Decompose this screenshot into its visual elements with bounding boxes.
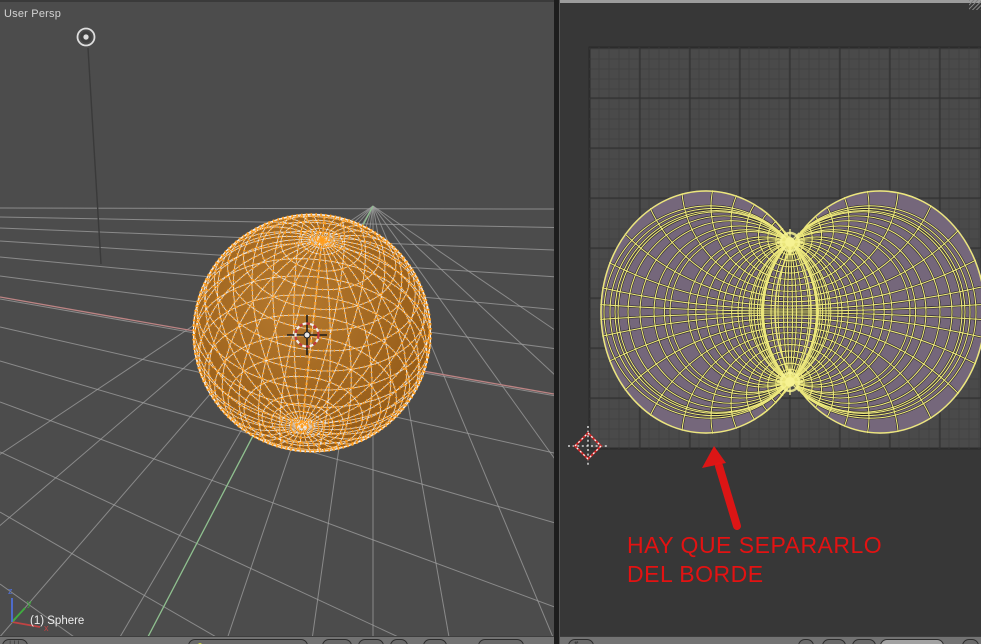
viewport-3d[interactable]: xyz User Persp (1) Sphere: [0, 0, 554, 636]
svg-text:z: z: [8, 586, 13, 596]
header-button[interactable]: [880, 639, 944, 644]
header-button[interactable]: [390, 639, 408, 644]
header-button[interactable]: |||: [2, 639, 28, 644]
area-resize-grip-icon[interactable]: [969, 0, 981, 10]
header-button[interactable]: [962, 639, 979, 644]
header-button[interactable]: [852, 639, 876, 644]
header-button[interactable]: [358, 639, 384, 644]
lamp-object: [76, 27, 102, 265]
svg-text:y: y: [27, 598, 32, 608]
lamp-icon: [76, 27, 96, 47]
view-mode-label: User Persp: [4, 8, 62, 20]
uv-pole-marker: [777, 369, 803, 395]
header-button[interactable]: #: [568, 639, 594, 644]
panel-top-edge: [560, 0, 981, 3]
header-button[interactable]: [423, 639, 447, 644]
viewport-header-bar[interactable]: |||: [0, 636, 554, 644]
header-button[interactable]: [188, 639, 308, 644]
header-button[interactable]: [322, 639, 352, 644]
uv-pole-marker: [777, 229, 803, 255]
viewport-3d-canvas[interactable]: xyz: [0, 2, 554, 636]
header-button[interactable]: [822, 639, 846, 644]
annotation-arrow: [702, 446, 741, 530]
annotation-line-2: DEL BORDE: [627, 561, 764, 587]
object-status-label: (1) Sphere: [30, 615, 85, 627]
annotation-line-1: HAY QUE SEPARARLO: [627, 532, 883, 558]
uv-editor-header-bar[interactable]: #: [560, 636, 981, 644]
header-button[interactable]: [798, 639, 814, 644]
header-button[interactable]: [478, 639, 524, 644]
blender-window: xyz User Persp (1) Sphere HAY QUE SEPARA…: [0, 0, 981, 644]
